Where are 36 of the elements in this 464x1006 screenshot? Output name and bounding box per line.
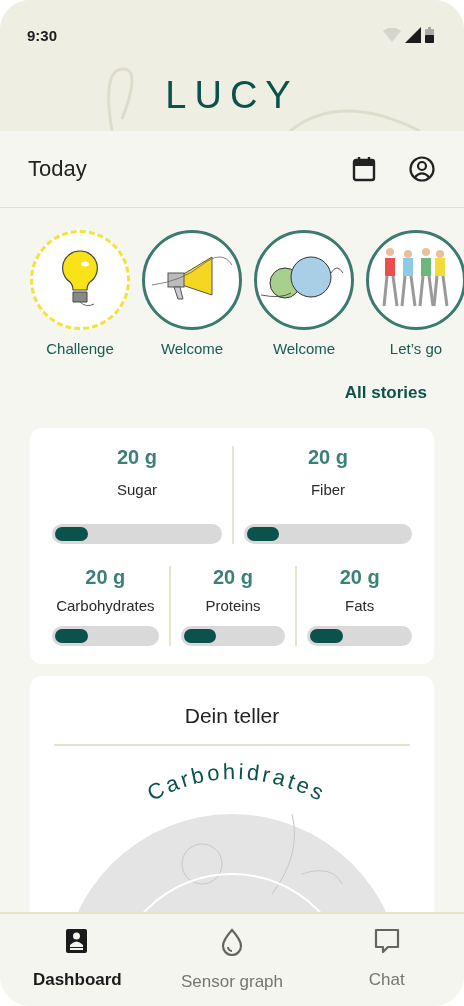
story-item[interactable]: Welcome (142, 230, 242, 357)
story-item[interactable]: Let’s go (366, 230, 464, 357)
status-time: 9:30 (27, 26, 58, 44)
nutrient-amount: 20 g (117, 446, 157, 469)
nav-tab[interactable]: Chat (309, 914, 464, 1006)
nutrient-label: Fiber (310, 481, 346, 498)
signal-icon (405, 27, 421, 43)
nutrient-label: Fats (345, 597, 375, 614)
calendar-icon[interactable] (350, 155, 378, 183)
app-logo: LUCY (165, 74, 299, 117)
story-label: Challenge (46, 340, 114, 357)
nutrient-amount: 20 g (85, 566, 126, 589)
all-stories-link[interactable]: All stories (344, 383, 427, 403)
nutrient-amount: 20 g (339, 566, 380, 589)
page-title: Today (28, 156, 88, 182)
drop-icon (221, 928, 243, 956)
nav-tab[interactable]: Sensor graph (154, 914, 310, 1006)
profile-icon[interactable] (408, 155, 436, 183)
wifi-icon (383, 28, 401, 42)
chat-bubble-icon (373, 928, 400, 954)
nutrient-label: Sugar (117, 481, 157, 498)
battery-icon (425, 27, 434, 43)
story-label: Let’s go (389, 340, 443, 357)
arc-label: Carbohidrates (143, 758, 331, 807)
nutrient-amount: 20 g (212, 566, 253, 589)
story-item[interactable]: Challenge (30, 230, 130, 357)
story-item[interactable]: Welcome (254, 230, 354, 357)
nutrient-label: Carbohydrates (56, 597, 155, 614)
story-label: Welcome (272, 340, 336, 357)
nav-tab[interactable]: Dashboard (0, 914, 155, 1006)
contact-book-icon (65, 928, 90, 954)
nutrient-amount: 20 g (308, 446, 348, 469)
nutrient-label: Proteins (205, 597, 261, 614)
card-title: Dein teller (184, 704, 280, 728)
loop-line-drawing (107, 67, 134, 131)
story-label: Welcome (160, 340, 224, 357)
